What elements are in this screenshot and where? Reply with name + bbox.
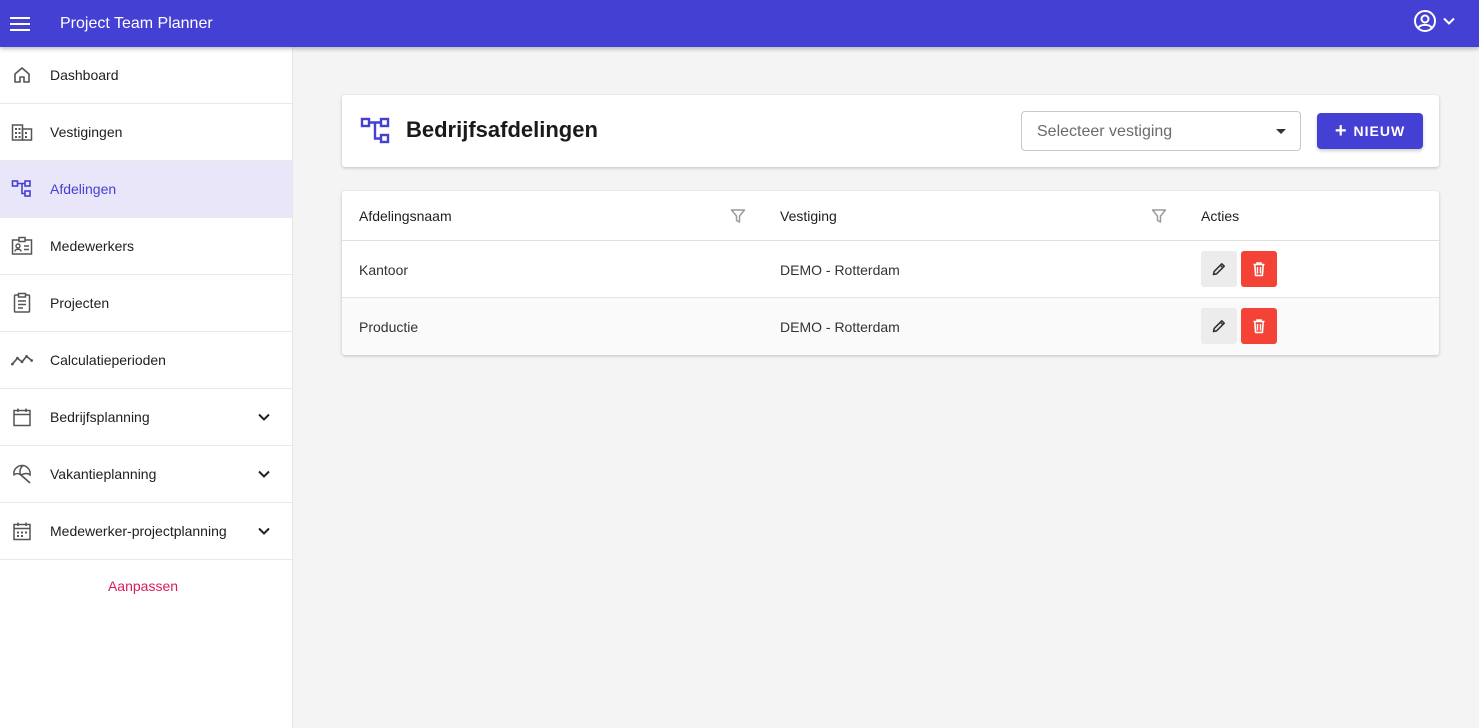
new-button[interactable]: + NIEUW	[1317, 113, 1423, 149]
cell-afdelingsnaam: Kantoor	[359, 262, 409, 278]
cell-vestiging: DEMO - Rotterdam	[780, 319, 900, 335]
new-button-label: NIEUW	[1353, 123, 1406, 139]
edit-button[interactable]	[1201, 251, 1237, 287]
location-select-placeholder: Selecteer vestiging	[1037, 123, 1173, 140]
sidebar-item-vestigingen[interactable]: Vestigingen	[0, 104, 292, 161]
sidebar-item-label: Projecten	[50, 295, 110, 311]
trash-icon	[1253, 319, 1265, 334]
calendar-icon	[11, 406, 33, 428]
app-title: Project Team Planner	[60, 14, 213, 32]
clipboard-icon	[11, 292, 33, 314]
building-icon	[11, 121, 33, 143]
sidebar-item-label: Calculatieperioden	[50, 352, 166, 368]
filter-icon[interactable]	[730, 208, 746, 224]
pencil-icon	[1212, 263, 1225, 276]
table-row[interactable]: Kantoor DEMO - Rotterdam	[342, 241, 1439, 298]
umbrella-icon	[11, 463, 33, 485]
sidebar-item-label: Medewerkers	[50, 238, 135, 254]
customize-link[interactable]: Aanpassen	[0, 578, 286, 594]
table-header: Afdelingsnaam Vestiging Acties	[342, 191, 1439, 241]
dropdown-arrow-icon	[1276, 129, 1286, 134]
sidebar-item-label: Medewerker-projectplanning	[50, 523, 227, 539]
delete-button[interactable]	[1241, 308, 1277, 344]
page-header: Bedrijfsafdelingen Selecteer vestiging +…	[342, 95, 1439, 167]
sidebar-item-projecten[interactable]: Projecten	[0, 275, 292, 332]
column-header-vestiging[interactable]: Vestiging	[780, 208, 837, 224]
sidebar-item-label: Vestigingen	[50, 124, 123, 140]
chevron-down-icon[interactable]	[256, 466, 272, 482]
hierarchy-icon	[11, 178, 33, 200]
chevron-down-icon	[1443, 17, 1455, 25]
sidebar-item-medewerker-projectplanning[interactable]: Medewerker-projectplanning	[0, 503, 292, 560]
menu-icon[interactable]	[0, 4, 40, 44]
calendar-grid-icon	[11, 520, 33, 542]
sidebar-item-label: Bedrijfsplanning	[50, 409, 150, 425]
column-header-acties: Acties	[1201, 208, 1240, 224]
sidebar: Dashboard Vestigingen Afdelingen Medewer…	[0, 47, 293, 728]
trash-icon	[1253, 262, 1265, 277]
edit-button[interactable]	[1201, 308, 1237, 344]
trend-icon	[11, 349, 33, 371]
plus-icon: +	[1334, 120, 1347, 142]
sidebar-item-label: Dashboard	[50, 67, 119, 83]
cell-afdelingsnaam: Productie	[359, 319, 419, 335]
sidebar-item-bedrijfsplanning[interactable]: Bedrijfsplanning	[0, 389, 292, 446]
sidebar-item-medewerkers[interactable]: Medewerkers	[0, 218, 292, 275]
pencil-icon	[1212, 320, 1225, 333]
sidebar-item-vakantieplanning[interactable]: Vakantieplanning	[0, 446, 292, 503]
departments-table: Afdelingsnaam Vestiging Acties Kantoor D…	[342, 191, 1439, 355]
chevron-down-icon[interactable]	[256, 409, 272, 425]
account-menu[interactable]	[1413, 9, 1457, 33]
app-bar: Project Team Planner	[0, 0, 1479, 47]
cell-vestiging: DEMO - Rotterdam	[780, 262, 900, 278]
filter-icon[interactable]	[1151, 208, 1167, 224]
table-row[interactable]: Productie DEMO - Rotterdam	[342, 298, 1439, 355]
hierarchy-icon	[360, 117, 390, 144]
sidebar-item-afdelingen[interactable]: Afdelingen	[0, 161, 292, 218]
location-select[interactable]: Selecteer vestiging	[1021, 111, 1301, 151]
sidebar-item-label: Vakantieplanning	[50, 466, 157, 482]
sidebar-item-label: Afdelingen	[50, 181, 117, 197]
account-circle-icon	[1414, 10, 1436, 32]
sidebar-item-dashboard[interactable]: Dashboard	[0, 47, 292, 104]
delete-button[interactable]	[1241, 251, 1277, 287]
sidebar-item-calculatieperioden[interactable]: Calculatieperioden	[0, 332, 292, 389]
id-card-icon	[11, 235, 33, 257]
home-icon	[11, 64, 33, 86]
page-title: Bedrijfsafdelingen	[406, 117, 598, 142]
chevron-down-icon[interactable]	[256, 523, 272, 539]
column-header-afdelingsnaam[interactable]: Afdelingsnaam	[359, 208, 452, 224]
